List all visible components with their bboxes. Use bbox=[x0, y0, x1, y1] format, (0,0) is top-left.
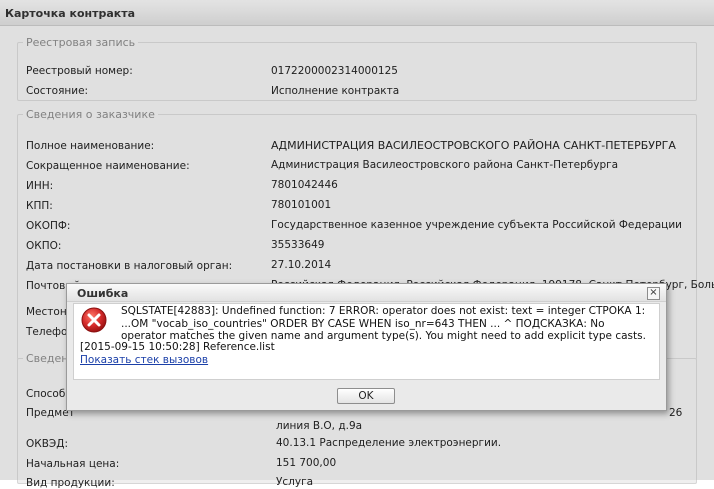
error-message: SQLSTATE[42883]: Undefined function: 7 E… bbox=[121, 305, 646, 342]
close-icon[interactable]: × bbox=[647, 287, 660, 300]
error-timestamp: [2015-09-15 10:50:28] Reference.list bbox=[80, 341, 275, 353]
show-stack-link[interactable]: Показать стек вызовов bbox=[80, 354, 208, 366]
error-dialog: Ошибка × SQLSTATE[42883]: Undefined func… bbox=[66, 283, 667, 411]
dialog-title: Ошибка bbox=[77, 287, 129, 300]
ok-button[interactable]: OK bbox=[337, 388, 395, 404]
dialog-titlebar[interactable]: Ошибка × bbox=[67, 284, 666, 302]
dialog-message-area: SQLSTATE[42883]: Undefined function: 7 E… bbox=[73, 303, 660, 380]
error-icon bbox=[81, 307, 107, 333]
